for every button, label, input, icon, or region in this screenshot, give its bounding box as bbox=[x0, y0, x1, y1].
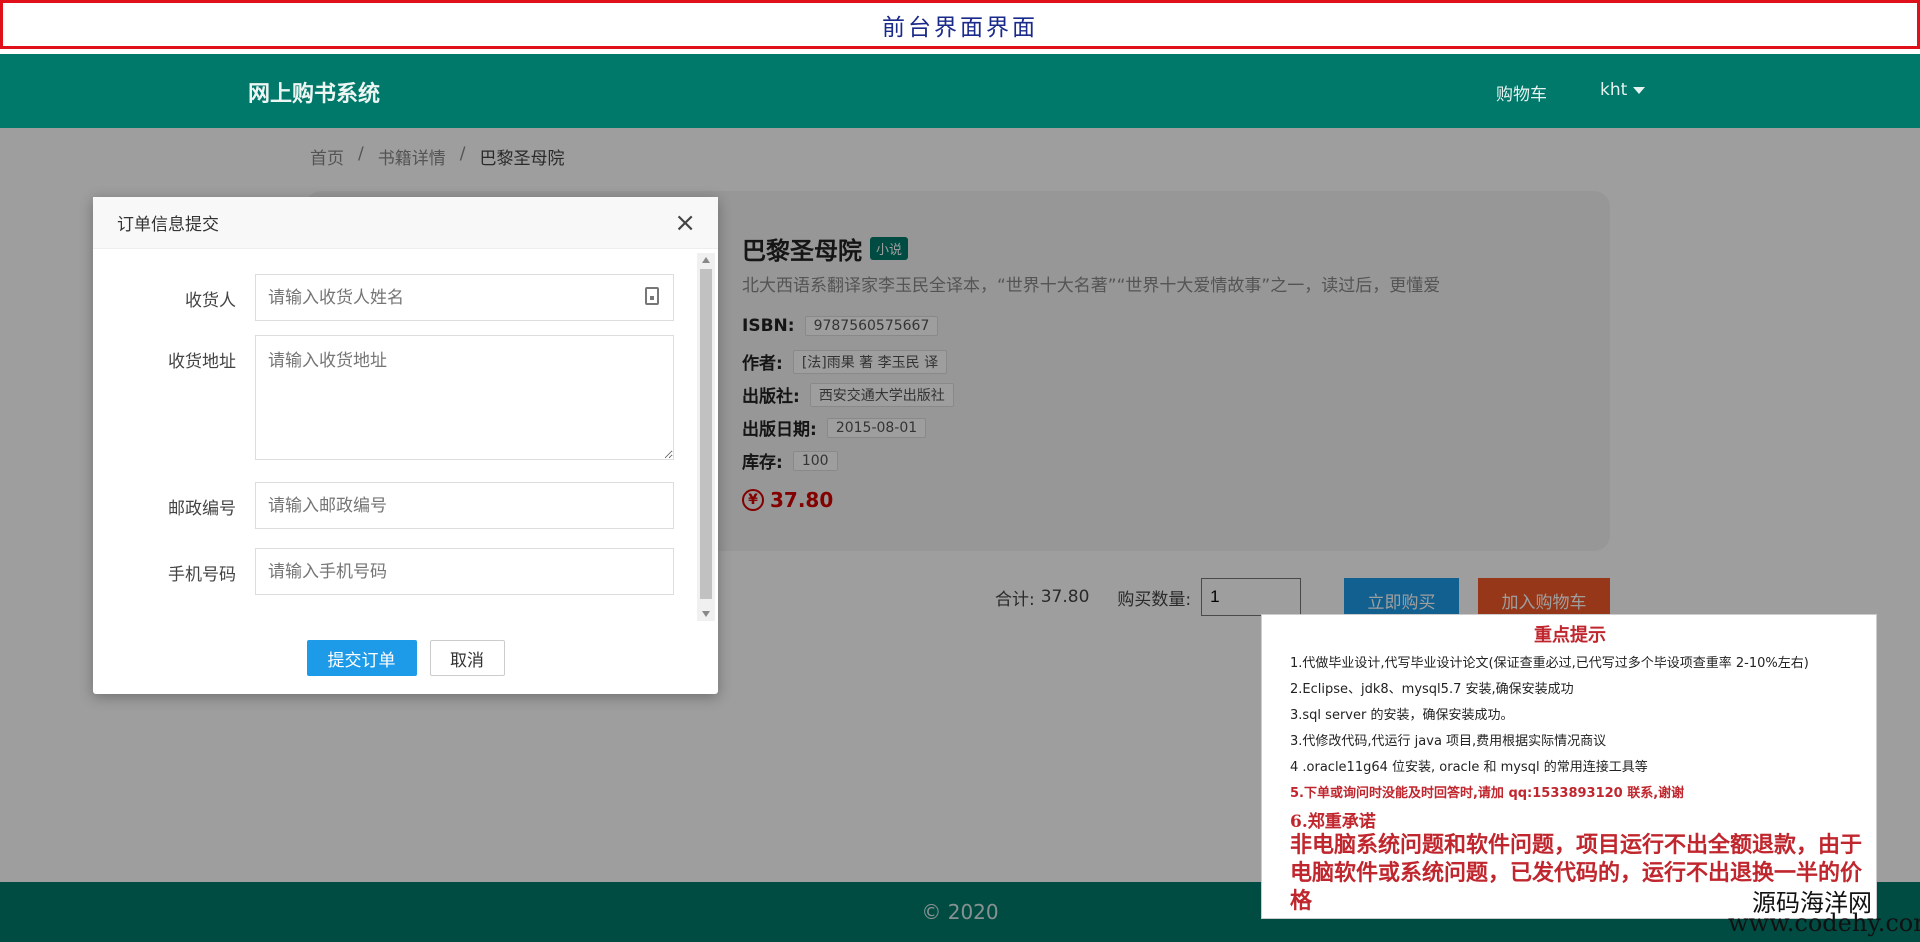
user-menu[interactable]: kht bbox=[1600, 80, 1646, 100]
receiver-label: 收货人 bbox=[185, 291, 236, 311]
navbar: 网上购书系统 购物车 kht bbox=[0, 54, 1920, 128]
scroll-down-arrow-icon[interactable] bbox=[702, 611, 710, 617]
contact-card-icon bbox=[645, 287, 659, 305]
scroll-thumb[interactable] bbox=[700, 269, 712, 599]
notice-line: 4 .oracle11g64 位安装, oracle 和 mysql 的常用连接… bbox=[1290, 760, 1648, 775]
address-textarea[interactable] bbox=[255, 335, 674, 460]
modal-title: 订单信息提交 bbox=[117, 215, 219, 235]
user-name: kht bbox=[1600, 80, 1628, 100]
submit-order-button[interactable]: 提交订单 bbox=[306, 640, 417, 676]
notice-line: 5.下单或询问时没能及时回答时,请加 qq:1533893120 联系,谢谢 bbox=[1290, 786, 1685, 801]
notice-panel: 重点提示 1.代做毕业设计,代写毕业设计论文(保证查重必过,已代写过多个毕设项查… bbox=[1261, 614, 1877, 919]
modal-footer: 提交订单 取消 bbox=[93, 640, 718, 676]
watermark-url: www.codehy.com bbox=[1728, 909, 1920, 937]
modal-header: 订单信息提交 × bbox=[93, 197, 718, 249]
zip-row: 邮政编号 bbox=[93, 482, 674, 529]
notice-line: 2.Eclipse、jdk8、mysql5.7 安装,确保安装成功 bbox=[1290, 682, 1574, 697]
site-brand[interactable]: 网上购书系统 bbox=[248, 76, 380, 108]
top-banner: 前台界面界面 bbox=[0, 0, 1920, 49]
phone-input[interactable] bbox=[255, 548, 674, 595]
notice-line: 1.代做毕业设计,代写毕业设计论文(保证查重必过,已代写过多个毕设项查重率 2-… bbox=[1290, 656, 1809, 671]
cancel-button[interactable]: 取消 bbox=[429, 640, 505, 676]
phone-label: 手机号码 bbox=[168, 565, 236, 585]
address-row: 收货地址 bbox=[93, 335, 674, 460]
scroll-up-arrow-icon[interactable] bbox=[702, 257, 710, 263]
modal-scrollbar[interactable] bbox=[697, 253, 715, 621]
notice-promise-title: 6.郑重承诺 bbox=[1290, 812, 1376, 832]
modal-body: 收货人 收货地址 邮政编号 手机号码 bbox=[93, 249, 718, 617]
close-icon[interactable]: × bbox=[674, 210, 696, 236]
notice-line: 3.sql server 的安装，确保安装成功。 bbox=[1290, 708, 1514, 723]
chevron-down-icon bbox=[1633, 86, 1646, 94]
notice-line: 3.代修改代码,代运行 java 项目,费用根据实际情况商议 bbox=[1290, 734, 1607, 749]
receiver-input[interactable] bbox=[255, 274, 674, 321]
address-label: 收货地址 bbox=[168, 352, 236, 372]
nav-cart-link[interactable]: 购物车 bbox=[1496, 80, 1547, 105]
banner-title: 前台界面界面 bbox=[882, 14, 1038, 41]
notice-title: 重点提示 bbox=[1534, 625, 1606, 646]
order-modal: 订单信息提交 × 收货人 收货地址 邮政编号 手机号码 提交订单 取消 bbox=[93, 197, 718, 694]
zip-label: 邮政编号 bbox=[168, 499, 236, 519]
receiver-row: 收货人 bbox=[93, 274, 674, 321]
phone-row: 手机号码 bbox=[93, 548, 674, 595]
zip-input[interactable] bbox=[255, 482, 674, 529]
